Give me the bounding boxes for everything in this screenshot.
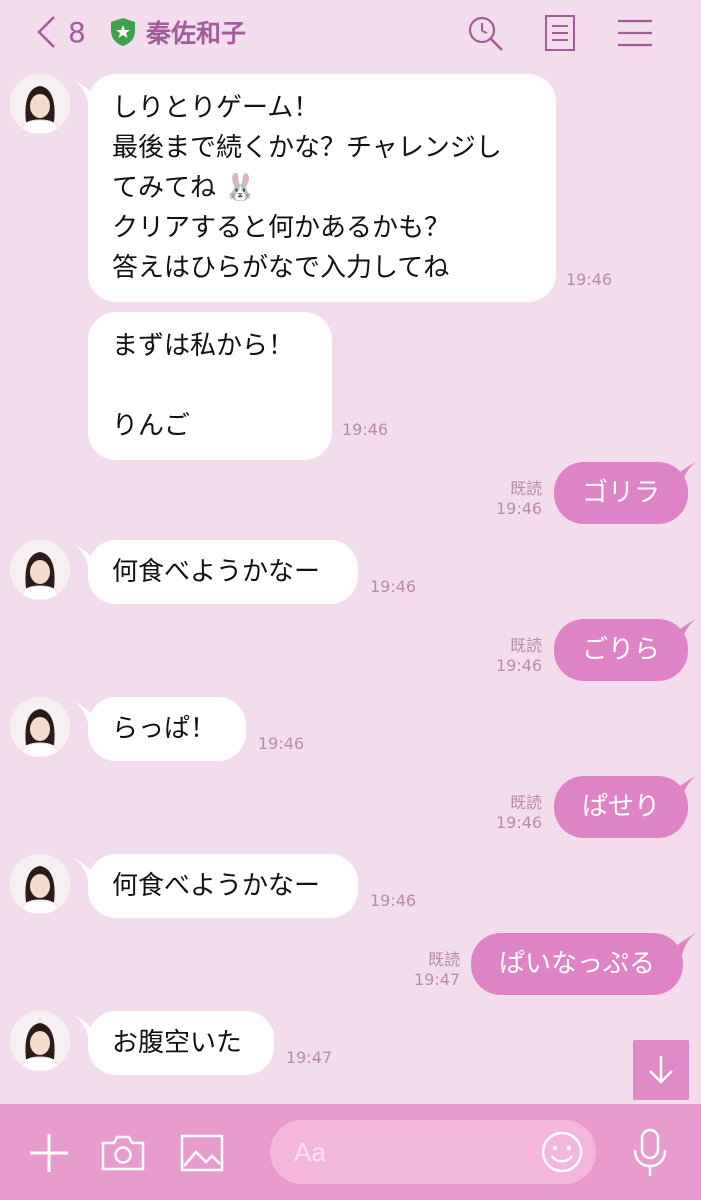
message-time: 19:46 [370,577,417,596]
input-bar: Aa [0,1104,701,1200]
read-receipt: 既読 [510,636,543,655]
chat-title: 秦佐和子 [146,19,247,48]
message-time: 19:46 [496,813,543,832]
message-time: 19:46 [566,270,613,289]
avatar[interactable] [10,697,70,757]
message-time: 19:46 [258,734,305,753]
message-bubble[interactable]: 何食べようかなー [88,854,358,918]
avatar[interactable] [10,854,70,914]
message-time: 19:47 [286,1048,333,1067]
chevron-left-icon [37,16,55,48]
image-icon [180,1134,224,1172]
avatar[interactable] [10,540,70,600]
message-bubble[interactable]: ゴリラ [554,462,689,524]
message-bubble[interactable]: ごりら [554,619,689,681]
mic-button[interactable] [630,1128,670,1182]
menu-button[interactable] [615,13,655,53]
avatar-image [10,1011,70,1071]
notes-icon [545,15,575,51]
image-button[interactable] [180,1134,224,1176]
message-time: 19:46 [370,891,417,910]
bubble-tail [672,933,696,955]
arrow-down-icon [649,1056,673,1084]
message-bubble[interactable]: まずは私から！ りんご [88,312,332,460]
message-bubble[interactable]: しりとりゲーム！ 最後まで続くかな？チャレンジし てみてね 🐰 クリアすると何か… [88,74,556,302]
camera-button[interactable] [100,1134,146,1176]
avatar[interactable] [10,74,70,134]
avatar-image [10,854,70,914]
avatar-image [10,697,70,757]
message-bubble[interactable]: ぱいなっぷる [471,933,684,995]
message-bubble[interactable]: お腹空いた [88,1011,274,1075]
message-meta: 既読 19:47 [414,950,460,990]
emoji-icon [541,1131,583,1173]
read-receipt: 既読 [510,479,543,498]
chat-header: 8 秦佐和子 [0,0,701,66]
avatar-image [10,540,70,600]
message-time: 19:46 [496,656,543,675]
message-meta: 既読 19:46 [496,479,542,519]
message-bubble[interactable]: らっぱ！ [88,697,246,761]
bubble-tail [672,619,696,641]
read-receipt: 既読 [428,950,461,969]
message-time: 19:46 [342,420,389,439]
search-icon [468,16,503,51]
back-button[interactable]: 8 [34,14,94,50]
plus-button[interactable] [28,1132,70,1178]
scroll-to-bottom-button[interactable] [633,1040,689,1100]
bubble-tail [672,776,696,798]
read-receipt: 既読 [510,793,543,812]
message-meta: 既読 19:46 [496,793,542,833]
message-bubble[interactable]: ぱせり [554,776,689,838]
unread-count: 8 [68,15,86,49]
plus-icon [30,1134,68,1172]
official-shield-icon [111,18,135,46]
message-bubble[interactable]: 何食べようかなー [88,540,358,604]
mic-icon [633,1128,667,1176]
notes-button[interactable] [540,13,580,53]
search-button[interactable] [465,13,505,53]
message-time: 19:47 [414,970,461,989]
menu-icon [618,19,652,47]
camera-icon [101,1135,145,1171]
emoji-button[interactable] [540,1130,584,1178]
message-time: 19:46 [496,499,543,518]
avatar-image [10,74,70,134]
message-meta: 既読 19:46 [496,636,542,676]
avatar[interactable] [10,1011,70,1071]
bubble-tail [672,462,696,484]
